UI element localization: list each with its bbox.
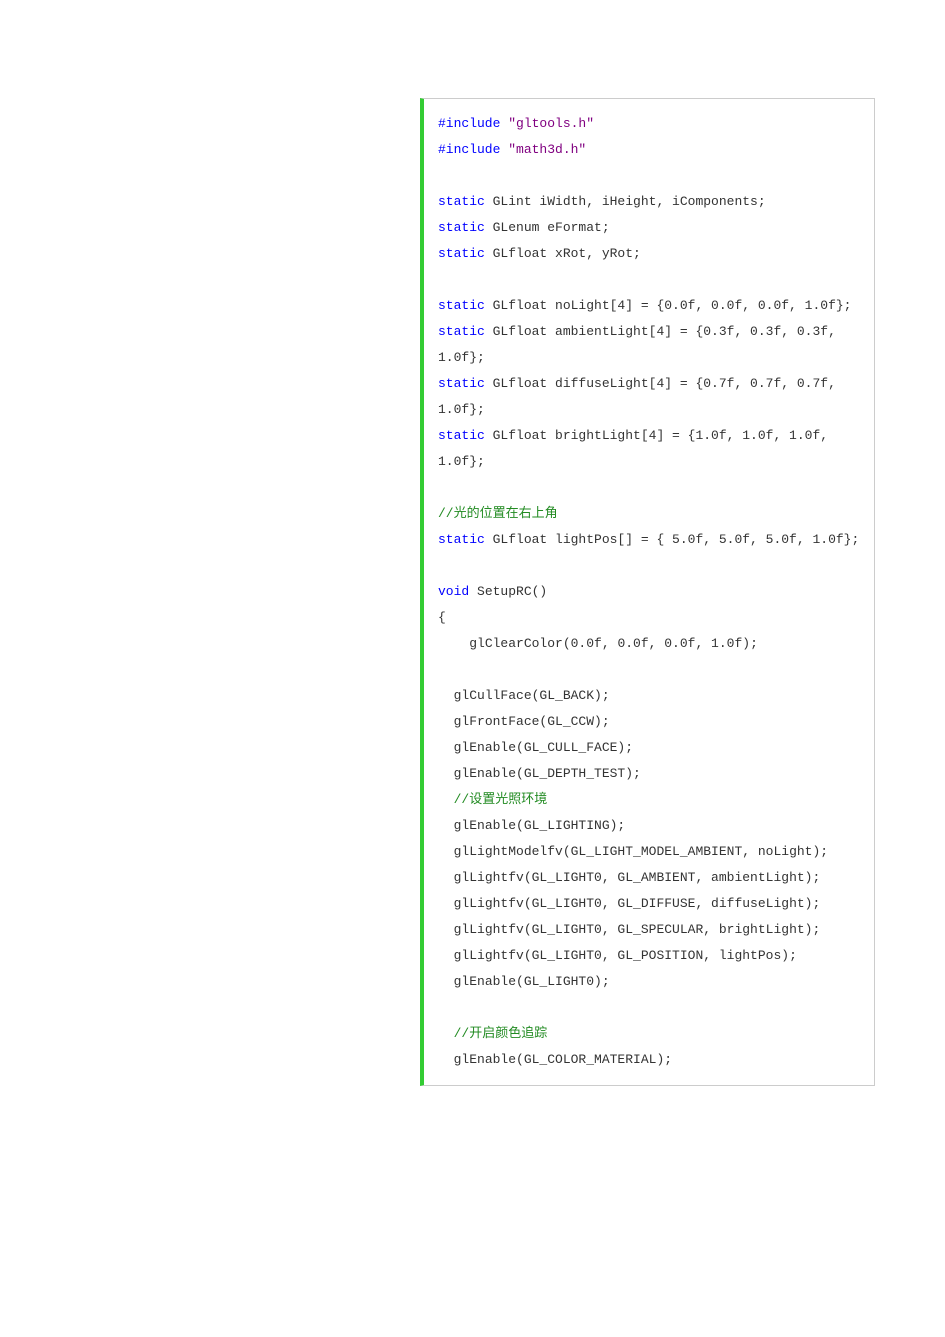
code-token: glCullFace(GL_BACK);: [438, 688, 610, 703]
code-line: [438, 267, 860, 293]
code-line: glFrontFace(GL_CCW);: [438, 709, 860, 735]
code-line: static GLfloat xRot, yRot;: [438, 241, 860, 267]
code-token: SetupRC(): [469, 584, 547, 599]
code-token: glClearColor(0.0f, 0.0f, 0.0f, 1.0f);: [438, 636, 758, 651]
code-token: static: [438, 298, 485, 313]
code-token: static: [438, 324, 485, 339]
code-token: [438, 272, 446, 287]
code-token: #include: [438, 116, 508, 131]
code-line: #include "gltools.h": [438, 111, 860, 137]
code-line: glEnable(GL_DEPTH_TEST);: [438, 761, 860, 787]
code-line: [438, 995, 860, 1021]
code-token: GLfloat noLight[4] = {0.0f, 0.0f, 0.0f, …: [485, 298, 852, 313]
code-line: [438, 475, 860, 501]
code-line: //光的位置在右上角: [438, 501, 860, 527]
code-token: //开启颜色追踪: [454, 1026, 548, 1041]
code-token: GLfloat xRot, yRot;: [485, 246, 641, 261]
code-token: glLightfv(GL_LIGHT0, GL_DIFFUSE, diffuse…: [438, 896, 820, 911]
code-token: "gltools.h": [508, 116, 594, 131]
code-line: static GLfloat ambientLight[4] = {0.3f, …: [438, 319, 860, 371]
code-line: [438, 163, 860, 189]
code-line: glEnable(GL_COLOR_MATERIAL);: [438, 1047, 860, 1073]
code-token: [438, 558, 446, 573]
code-line: static GLenum eFormat;: [438, 215, 860, 241]
code-line: static GLfloat brightLight[4] = {1.0f, 1…: [438, 423, 860, 475]
code-line: glCullFace(GL_BACK);: [438, 683, 860, 709]
code-token: glEnable(GL_LIGHTING);: [438, 818, 625, 833]
code-token: [438, 792, 454, 807]
code-line: glEnable(GL_LIGHTING);: [438, 813, 860, 839]
code-token: [438, 1000, 446, 1015]
code-line: static GLfloat diffuseLight[4] = {0.7f, …: [438, 371, 860, 423]
code-line: glLightfv(GL_LIGHT0, GL_AMBIENT, ambient…: [438, 865, 860, 891]
code-token: glEnable(GL_DEPTH_TEST);: [438, 766, 641, 781]
code-token: glLightfv(GL_LIGHT0, GL_AMBIENT, ambient…: [438, 870, 820, 885]
code-token: glFrontFace(GL_CCW);: [438, 714, 610, 729]
code-token: GLfloat ambientLight[4] = {0.3f, 0.3f, 0…: [438, 324, 844, 365]
code-block: #include "gltools.h"#include "math3d.h" …: [420, 98, 875, 1086]
code-line: #include "math3d.h": [438, 137, 860, 163]
code-token: [438, 662, 446, 677]
code-line: [438, 657, 860, 683]
code-line: glEnable(GL_CULL_FACE);: [438, 735, 860, 761]
code-token: void: [438, 584, 469, 599]
code-token: static: [438, 220, 485, 235]
code-token: #include: [438, 142, 508, 157]
code-token: [438, 168, 446, 183]
code-token: glEnable(GL_LIGHT0);: [438, 974, 610, 989]
code-line: glLightModelfv(GL_LIGHT_MODEL_AMBIENT, n…: [438, 839, 860, 865]
code-token: glLightfv(GL_LIGHT0, GL_SPECULAR, bright…: [438, 922, 820, 937]
code-line: glLightfv(GL_LIGHT0, GL_POSITION, lightP…: [438, 943, 860, 969]
code-token: [438, 1026, 454, 1041]
code-line: static GLfloat noLight[4] = {0.0f, 0.0f,…: [438, 293, 860, 319]
code-token: static: [438, 532, 485, 547]
code-token: glLightfv(GL_LIGHT0, GL_POSITION, lightP…: [438, 948, 797, 963]
code-line: static GLint iWidth, iHeight, iComponent…: [438, 189, 860, 215]
code-token: GLfloat diffuseLight[4] = {0.7f, 0.7f, 0…: [438, 376, 844, 417]
code-line: glLightfv(GL_LIGHT0, GL_SPECULAR, bright…: [438, 917, 860, 943]
code-line: glLightfv(GL_LIGHT0, GL_DIFFUSE, diffuse…: [438, 891, 860, 917]
code-token: static: [438, 194, 485, 209]
code-line: glEnable(GL_LIGHT0);: [438, 969, 860, 995]
code-token: GLfloat lightPos[] = { 5.0f, 5.0f, 5.0f,…: [485, 532, 859, 547]
code-line: //设置光照环境: [438, 787, 860, 813]
code-token: {: [438, 610, 446, 625]
code-token: //设置光照环境: [454, 792, 548, 807]
code-token: glLightModelfv(GL_LIGHT_MODEL_AMBIENT, n…: [438, 844, 828, 859]
code-token: GLint iWidth, iHeight, iComponents;: [485, 194, 766, 209]
code-token: glEnable(GL_CULL_FACE);: [438, 740, 633, 755]
code-line: void SetupRC(): [438, 579, 860, 605]
code-token: static: [438, 376, 485, 391]
code-line: static GLfloat lightPos[] = { 5.0f, 5.0f…: [438, 527, 860, 553]
code-token: [438, 480, 446, 495]
code-token: GLenum eFormat;: [485, 220, 610, 235]
code-line: //开启颜色追踪: [438, 1021, 860, 1047]
code-line: {: [438, 605, 860, 631]
code-token: glEnable(GL_COLOR_MATERIAL);: [438, 1052, 672, 1067]
code-line: glClearColor(0.0f, 0.0f, 0.0f, 1.0f);: [438, 631, 860, 657]
code-token: static: [438, 246, 485, 261]
code-token: static: [438, 428, 485, 443]
code-line: [438, 553, 860, 579]
code-token: //光的位置在右上角: [438, 506, 558, 521]
code-token: GLfloat brightLight[4] = {1.0f, 1.0f, 1.…: [438, 428, 836, 469]
code-token: "math3d.h": [508, 142, 586, 157]
